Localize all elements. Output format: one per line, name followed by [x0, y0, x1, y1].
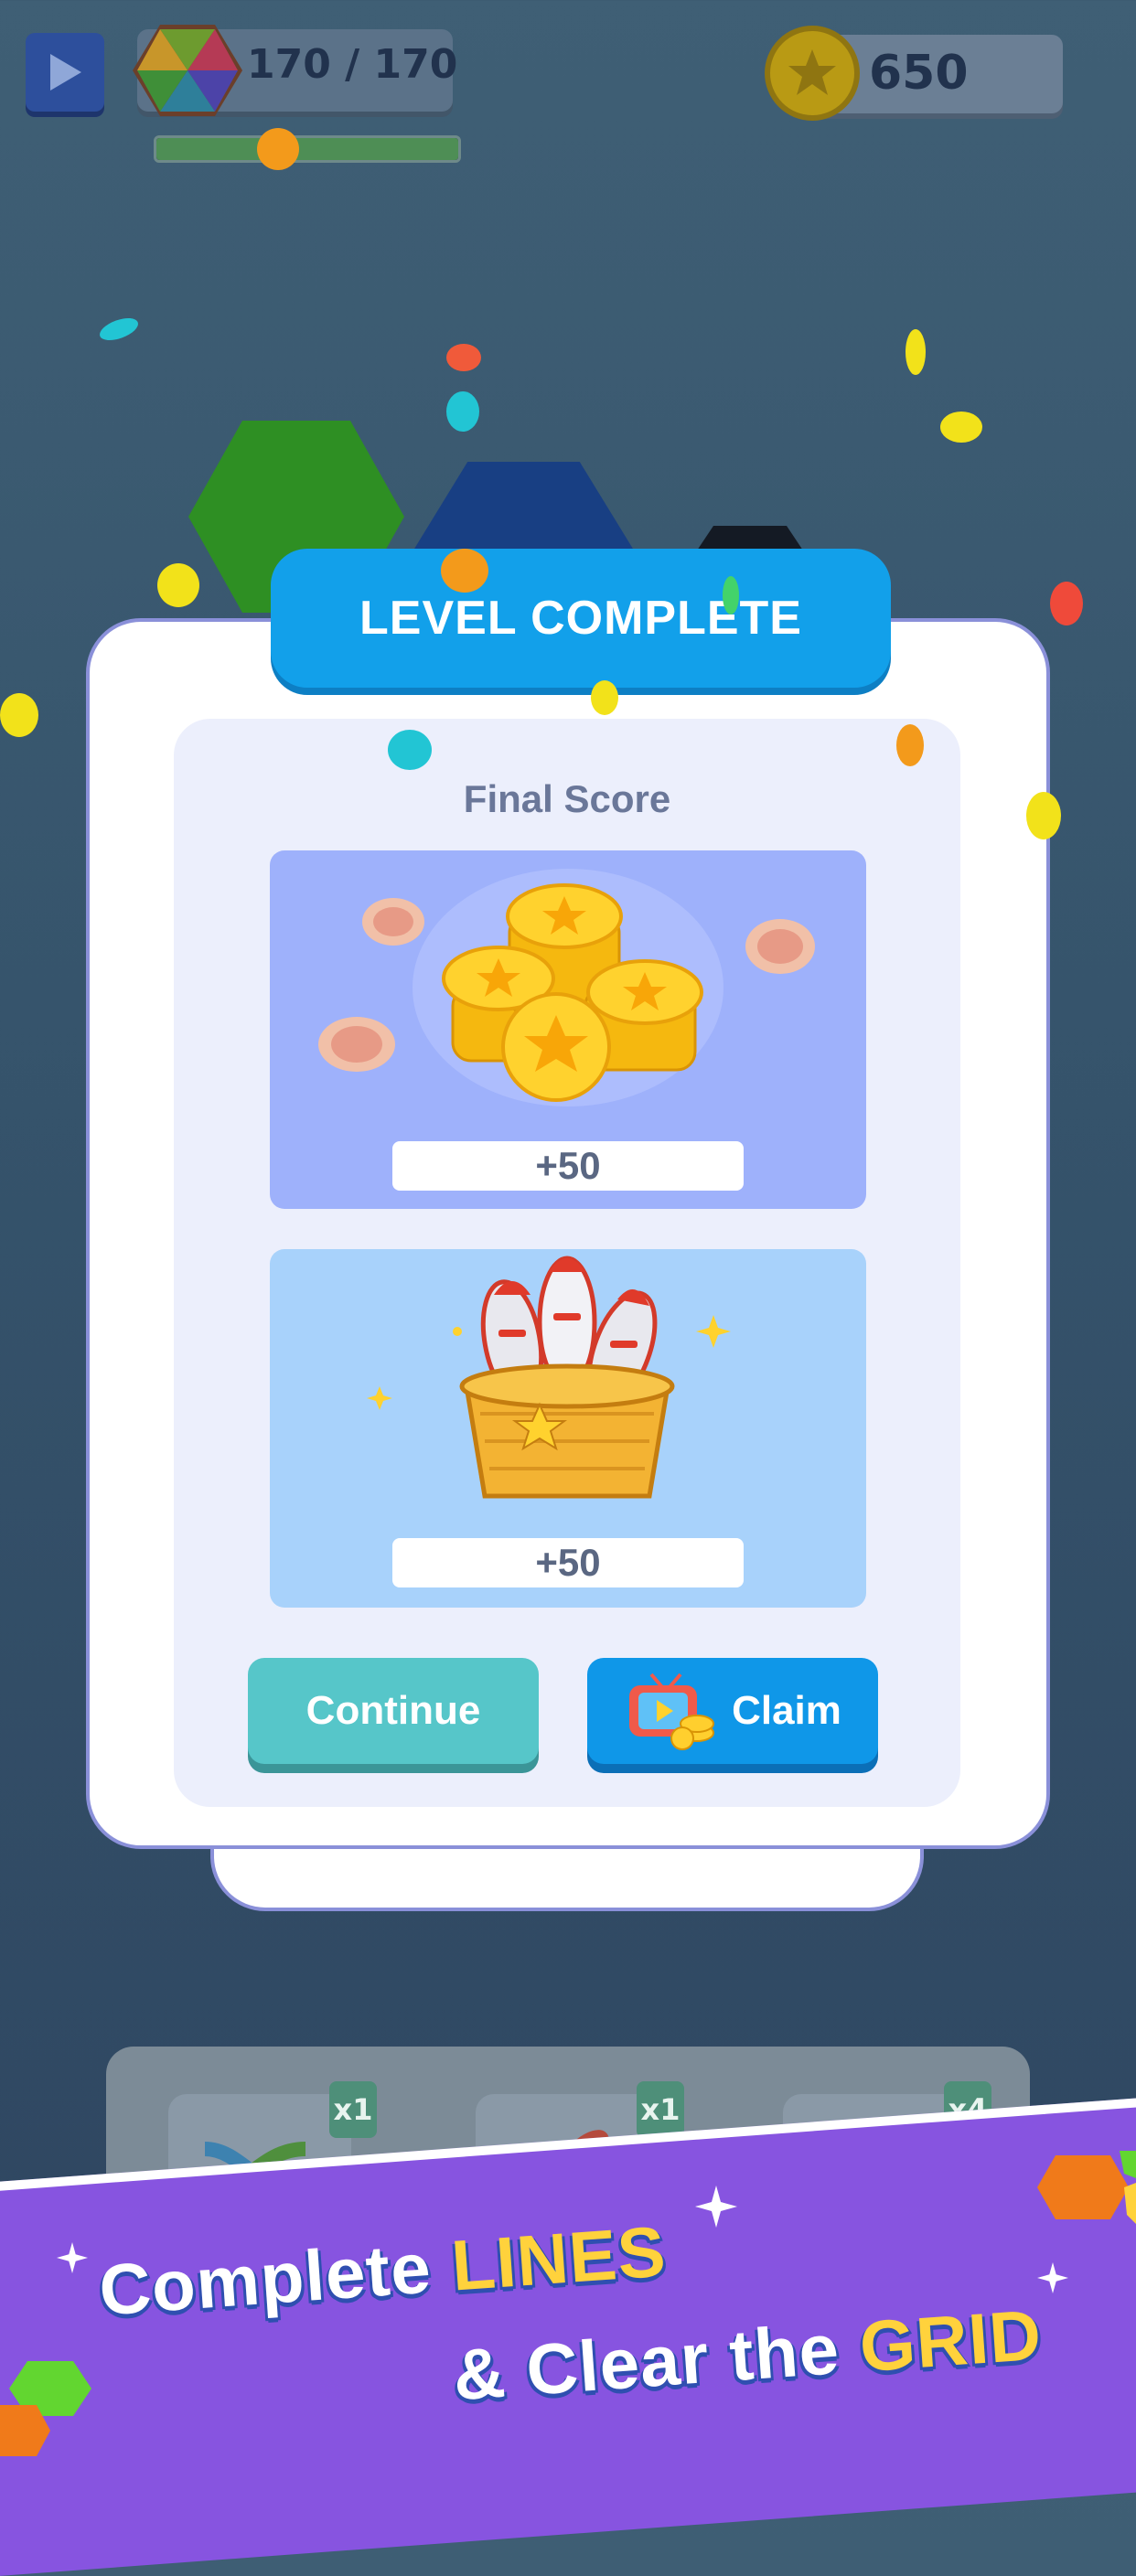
tv-ad-icon	[629, 1673, 715, 1750]
title-banner: LEVEL COMPLETE	[271, 549, 891, 688]
booster-count-badge: x1	[637, 2081, 684, 2138]
coin-icon	[765, 26, 860, 121]
rocket-reward-card: +50	[270, 1249, 866, 1608]
claim-button[interactable]: Claim	[587, 1658, 878, 1764]
coin-pile-icon	[318, 869, 815, 1106]
promo-hex-decoration	[1037, 2151, 1136, 2224]
confetti	[157, 563, 199, 607]
promo-highlight: LINES	[448, 2210, 670, 2306]
confetti	[906, 329, 926, 375]
sparkle-icon	[695, 2186, 737, 2228]
confetti	[446, 391, 479, 432]
coin-reward-amount: +50	[392, 1141, 744, 1191]
continue-button[interactable]: Continue	[248, 1658, 539, 1764]
play-button[interactable]	[26, 33, 104, 112]
promo-hex-decoration	[0, 2361, 91, 2456]
hex-progress-text: 170 / 170	[247, 41, 458, 88]
color-hex-icon	[133, 25, 242, 116]
confetti	[446, 344, 481, 371]
confetti	[96, 314, 142, 345]
progress-knob	[257, 128, 299, 170]
final-score-label: Final Score	[463, 777, 671, 820]
confetti	[1026, 792, 1061, 839]
coin-reward-card: +50	[270, 850, 866, 1209]
confetti	[0, 693, 38, 737]
promo-highlight: GRID	[857, 2293, 1045, 2388]
confetti	[388, 730, 432, 770]
confetti	[591, 680, 618, 715]
confetti	[723, 576, 739, 615]
level-progress-fill	[156, 138, 458, 160]
claim-label: Claim	[732, 1688, 841, 1733]
level-progress-bar	[154, 135, 461, 163]
sparkle-icon	[1037, 2262, 1068, 2293]
rocket-basket-icon	[367, 1256, 731, 1499]
coin-balance: 650	[869, 46, 969, 101]
play-icon	[50, 54, 81, 91]
rocket-reward-amount: +50	[392, 1538, 744, 1587]
confetti	[1050, 582, 1083, 625]
sparkle-icon	[57, 2242, 88, 2273]
confetti	[940, 412, 982, 443]
confetti	[896, 724, 924, 766]
confetti	[441, 549, 488, 593]
booster-count-badge: x1	[329, 2081, 377, 2138]
continue-label: Continue	[305, 1688, 481, 1733]
